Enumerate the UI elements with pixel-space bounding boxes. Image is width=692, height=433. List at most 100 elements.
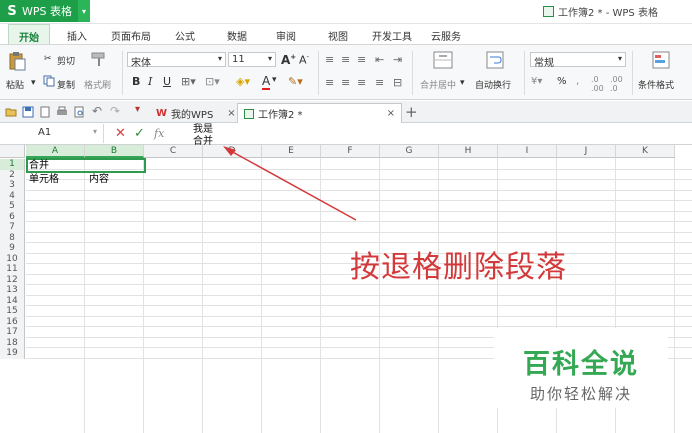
border-icon[interactable]: ⊞▾ (181, 75, 196, 88)
justify-icon[interactable]: ≡ (375, 76, 384, 89)
format-painter-button[interactable]: 格式刷 (84, 78, 111, 91)
name-box[interactable]: A1 ▾ (0, 124, 104, 143)
column-header-a[interactable]: A (26, 145, 85, 158)
cell-b2[interactable]: 内容 (89, 175, 109, 185)
increase-font-icon[interactable]: A+ (281, 53, 296, 67)
column-header-f[interactable]: F (321, 145, 380, 158)
font-name-select[interactable]: 宋体 ▾ (127, 52, 226, 69)
open-icon[interactable] (5, 106, 17, 118)
row-header-16[interactable]: 16 (0, 316, 25, 327)
paste-dropdown-icon[interactable]: ▾ (31, 78, 36, 88)
font-color-icon[interactable]: A (262, 74, 271, 90)
fill-color-icon[interactable]: ◈▾ (236, 75, 250, 88)
column-header-h[interactable]: H (439, 145, 498, 158)
align-top-icon[interactable]: ≡ (325, 53, 334, 66)
font-size-select[interactable]: 11 ▾ (228, 52, 276, 67)
indent-decrease-icon[interactable]: ⇤ (375, 53, 384, 66)
column-header-k[interactable]: K (616, 145, 675, 158)
conditional-format-button[interactable]: 条件格式 (638, 78, 674, 91)
chevron-down-icon[interactable]: ▾ (272, 75, 277, 85)
decrease-font-icon[interactable]: A- (299, 53, 309, 67)
align-right-icon[interactable]: ≡ (357, 76, 366, 89)
cell-a1[interactable]: 合并 (29, 161, 49, 171)
row-header-3[interactable]: 3 (0, 180, 25, 191)
tab-data[interactable]: 数据 (227, 28, 247, 43)
row-header-13[interactable]: 13 (0, 285, 25, 296)
column-header-i[interactable]: I (498, 145, 557, 158)
row-header-18[interactable]: 18 (0, 337, 25, 348)
row-header-9[interactable]: 9 (0, 243, 25, 254)
bold-button[interactable]: B (132, 75, 140, 88)
new-tab-icon[interactable]: + (405, 103, 418, 121)
column-header-g[interactable]: G (380, 145, 439, 158)
copy-button[interactable]: 复制 (57, 78, 75, 91)
save-icon[interactable] (22, 106, 34, 118)
align-left-icon[interactable]: ≡ (325, 76, 334, 89)
paste-label[interactable]: 粘贴 (6, 78, 24, 91)
column-header-d[interactable]: D (203, 145, 262, 158)
row-header-8[interactable]: 8 (0, 232, 25, 243)
row-header-1[interactable]: 1 (0, 159, 25, 170)
clear-format-icon[interactable]: ✎▾ (288, 75, 303, 88)
distributed-icon[interactable]: ⊟ (393, 76, 402, 89)
align-bottom-icon[interactable]: ≡ (357, 53, 366, 66)
chevron-down-icon[interactable]: ▾ (93, 127, 97, 136)
tab-cloud[interactable]: 云服务 (431, 28, 461, 43)
wps-app-menu[interactable]: S WPS 表格 ▾ (0, 0, 90, 22)
row-header-6[interactable]: 6 (0, 211, 25, 222)
decrease-decimal-icon[interactable]: .00.0 (610, 75, 623, 93)
copy-icon[interactable] (43, 75, 55, 87)
underline-button[interactable]: U (163, 75, 171, 88)
cell-a2[interactable]: 单元格 (29, 175, 59, 185)
tab-view[interactable]: 视图 (328, 28, 348, 43)
row-header-5[interactable]: 5 (0, 201, 25, 212)
conditional-format-icon[interactable] (652, 51, 670, 69)
undo-icon[interactable]: ↶ (92, 104, 102, 118)
italic-button[interactable]: I (148, 75, 152, 88)
chevron-down-icon[interactable]: ▾ (460, 78, 465, 88)
merge-icon[interactable]: ⊡▾ (205, 75, 220, 88)
number-format-select[interactable]: 常规 ▾ (530, 52, 626, 69)
wrap-text-button[interactable]: 自动换行 (475, 78, 511, 91)
increase-decimal-icon[interactable]: .0.00 (591, 75, 604, 93)
percent-button[interactable]: % (557, 76, 567, 87)
row-header-12[interactable]: 12 (0, 274, 25, 285)
select-all-corner[interactable] (0, 145, 25, 158)
cancel-icon[interactable]: ✕ (115, 126, 126, 141)
column-header-e[interactable]: E (262, 145, 321, 158)
merge-center-icon[interactable] (433, 51, 453, 69)
row-header-4[interactable]: 4 (0, 190, 25, 201)
tab-insert[interactable]: 插入 (67, 28, 87, 43)
tab-page-layout[interactable]: 页面布局 (111, 28, 151, 43)
format-painter-icon[interactable] (91, 51, 107, 67)
row-header-10[interactable]: 10 (0, 253, 25, 264)
row-header-19[interactable]: 19 (0, 348, 25, 359)
row-header-7[interactable]: 7 (0, 222, 25, 233)
align-middle-icon[interactable]: ≡ (341, 53, 350, 66)
redo-icon[interactable]: ↷ (110, 104, 120, 118)
scissors-icon[interactable]: ✂ (44, 54, 52, 64)
print-preview-icon[interactable] (73, 106, 85, 118)
confirm-icon[interactable]: ✓ (134, 126, 145, 141)
close-icon[interactable]: × (227, 108, 235, 119)
row-header-15[interactable]: 15 (0, 306, 25, 317)
tab-review[interactable]: 审阅 (276, 28, 296, 43)
thousands-icon[interactable]: , (576, 76, 579, 87)
fx-icon[interactable]: fx (154, 127, 164, 140)
customize-icon[interactable]: ▾ (135, 104, 140, 115)
align-center-icon[interactable]: ≡ (341, 76, 350, 89)
row-header-14[interactable]: 14 (0, 295, 25, 306)
tab-home[interactable]: 开始 (8, 24, 50, 44)
cut-button[interactable]: 剪切 (57, 54, 75, 67)
paste-icon[interactable] (8, 51, 26, 71)
row-header-2[interactable]: 2 (0, 169, 25, 180)
tab-developer[interactable]: 开发工具 (372, 28, 412, 43)
export-pdf-icon[interactable] (39, 106, 51, 118)
column-header-c[interactable]: C (144, 145, 203, 158)
column-header-b[interactable]: B (85, 145, 144, 158)
row-header-17[interactable]: 17 (0, 327, 25, 338)
column-header-j[interactable]: J (557, 145, 616, 158)
tab-workbook2[interactable]: 工作簿2 * × (237, 103, 402, 123)
tab-formulas[interactable]: 公式 (175, 28, 195, 43)
row-header-11[interactable]: 11 (0, 264, 25, 275)
